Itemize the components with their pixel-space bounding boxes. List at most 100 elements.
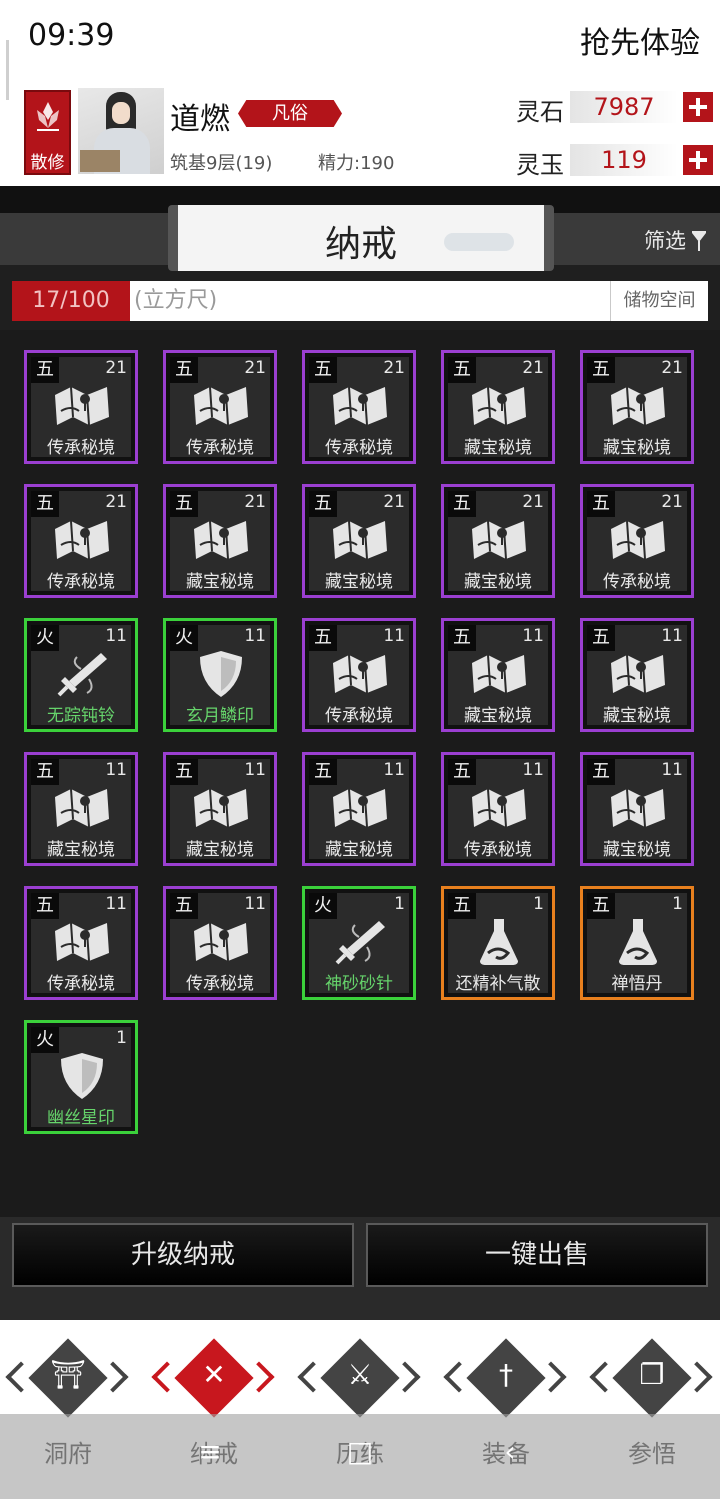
item-count: 21 xyxy=(522,492,544,512)
item-grade: 五 xyxy=(448,625,476,651)
item-grade: 火 xyxy=(170,625,198,651)
item-grade: 五 xyxy=(587,759,615,785)
item-count: 11 xyxy=(522,626,544,646)
item-count: 21 xyxy=(105,358,127,378)
character-name: 道燃 xyxy=(170,102,230,137)
item-grade: 五 xyxy=(309,759,337,785)
filter-button[interactable]: 筛选 xyxy=(644,225,706,255)
item-grade: 五 xyxy=(31,759,59,785)
storage-space-tab[interactable]: 储物空间 xyxy=(610,281,708,321)
back-arrow-icon[interactable]: ‹ xyxy=(490,1432,530,1472)
inventory-item[interactable]: 五 11 藏宝秘境 xyxy=(441,618,555,732)
inventory-item[interactable]: 五 21 传承秘境 xyxy=(302,350,416,464)
map-scroll-icon xyxy=(607,649,669,699)
map-scroll-icon xyxy=(329,783,391,833)
inventory-item[interactable]: 五 21 传承秘境 xyxy=(580,484,694,598)
inventory-item[interactable]: 火 1 幽丝星印 xyxy=(24,1020,138,1134)
item-name: 藏宝秘境 xyxy=(464,438,532,458)
item-name: 传承秘境 xyxy=(186,974,254,994)
inventory-item[interactable]: 五 11 藏宝秘境 xyxy=(302,752,416,866)
avatar[interactable] xyxy=(78,88,164,174)
item-name: 还精补气散 xyxy=(455,974,541,994)
item-name: 禅悟丹 xyxy=(611,974,663,994)
item-grade: 五 xyxy=(587,491,615,517)
inventory-item[interactable]: 五 21 藏宝秘境 xyxy=(441,484,555,598)
item-name: 藏宝秘境 xyxy=(464,706,532,726)
spirit-jade-value: 119 xyxy=(570,144,678,176)
inventory-item[interactable]: 五 11 藏宝秘境 xyxy=(24,752,138,866)
item-grade: 五 xyxy=(309,625,337,651)
menu-icon[interactable]: ≡ xyxy=(190,1432,230,1472)
item-grade: 五 xyxy=(31,491,59,517)
inventory-item[interactable]: 火 1 神砂砂针 xyxy=(302,886,416,1000)
inventory-item[interactable]: 五 11 传承秘境 xyxy=(441,752,555,866)
inventory-item[interactable]: 五 11 藏宝秘境 xyxy=(580,752,694,866)
map-scroll-icon xyxy=(329,381,391,431)
spirit-stone-label: 灵石 xyxy=(516,98,564,126)
inventory-item[interactable]: 五 21 藏宝秘境 xyxy=(580,350,694,464)
inventory-item[interactable]: 五 1 还精补气散 xyxy=(441,886,555,1000)
item-name: 幽丝星印 xyxy=(47,1108,115,1128)
inventory-item[interactable]: 五 21 藏宝秘境 xyxy=(441,350,555,464)
map-scroll-icon xyxy=(329,649,391,699)
map-scroll-icon xyxy=(190,515,252,565)
inventory-item[interactable]: 五 21 传承秘境 xyxy=(24,484,138,598)
map-scroll-icon xyxy=(51,917,113,967)
item-name: 传承秘境 xyxy=(464,840,532,860)
inventory-item[interactable]: 五 21 传承秘境 xyxy=(163,350,277,464)
item-grade: 五 xyxy=(448,893,476,919)
scroll-indicator xyxy=(6,40,9,100)
ring-title-scroll: 纳戒 xyxy=(168,205,554,271)
inventory-item[interactable]: 五 11 传承秘境 xyxy=(24,886,138,1000)
filter-label: 筛选 xyxy=(644,229,686,253)
item-name: 传承秘境 xyxy=(47,438,115,458)
inventory-item[interactable]: 火 11 玄月鳞印 xyxy=(163,618,277,732)
sect-badge[interactable]: 散修 xyxy=(24,90,71,175)
potion-flask-icon xyxy=(468,917,530,967)
dagger-icon: † xyxy=(499,1358,513,1391)
upgrade-ring-button[interactable]: 升级纳戒 xyxy=(12,1223,354,1287)
add-spirit-stone-button[interactable] xyxy=(683,92,713,122)
inventory-item[interactable]: 五 21 藏宝秘境 xyxy=(302,484,416,598)
item-count: 1 xyxy=(533,894,544,914)
item-name: 传承秘境 xyxy=(47,974,115,994)
item-grade: 五 xyxy=(170,759,198,785)
early-access-label[interactable]: 抢先体验 xyxy=(580,18,700,62)
item-grade: 五 xyxy=(309,491,337,517)
home-square-icon[interactable]: □ xyxy=(340,1432,380,1472)
inventory-item[interactable]: 五 11 藏宝秘境 xyxy=(580,618,694,732)
funnel-icon xyxy=(692,231,706,251)
item-grade: 五 xyxy=(170,357,198,383)
item-count: 1 xyxy=(672,894,683,914)
map-scroll-icon xyxy=(190,381,252,431)
item-name: 玄月鳞印 xyxy=(186,706,254,726)
sell-all-button[interactable]: 一键出售 xyxy=(366,1223,708,1287)
map-scroll-icon xyxy=(468,649,530,699)
item-count: 11 xyxy=(661,760,683,780)
item-count: 11 xyxy=(105,626,127,646)
inventory-item[interactable]: 五 11 传承秘境 xyxy=(163,886,277,1000)
item-grade: 五 xyxy=(448,491,476,517)
item-count: 21 xyxy=(244,358,266,378)
map-scroll-icon xyxy=(607,515,669,565)
item-grade: 五 xyxy=(587,357,615,383)
item-name: 藏宝秘境 xyxy=(186,572,254,592)
item-grade: 五 xyxy=(587,625,615,651)
inventory-item[interactable]: 五 11 传承秘境 xyxy=(302,618,416,732)
add-spirit-jade-button[interactable] xyxy=(683,145,713,175)
inventory-item[interactable]: 五 1 禅悟丹 xyxy=(580,886,694,1000)
sect-label: 散修 xyxy=(30,153,65,173)
inventory-item[interactable]: 五 21 传承秘境 xyxy=(24,350,138,464)
map-scroll-icon xyxy=(51,381,113,431)
cloud-decoration xyxy=(444,233,514,251)
item-count: 11 xyxy=(244,626,266,646)
item-name: 传承秘境 xyxy=(47,572,115,592)
inventory-item[interactable]: 五 11 藏宝秘境 xyxy=(163,752,277,866)
item-grade: 五 xyxy=(170,893,198,919)
item-count: 11 xyxy=(105,894,127,914)
item-grade: 五 xyxy=(170,491,198,517)
gate-icon: ⛩ xyxy=(50,1358,86,1391)
item-count: 21 xyxy=(522,358,544,378)
inventory-item[interactable]: 五 21 藏宝秘境 xyxy=(163,484,277,598)
inventory-item[interactable]: 火 11 无踪钝铃 xyxy=(24,618,138,732)
